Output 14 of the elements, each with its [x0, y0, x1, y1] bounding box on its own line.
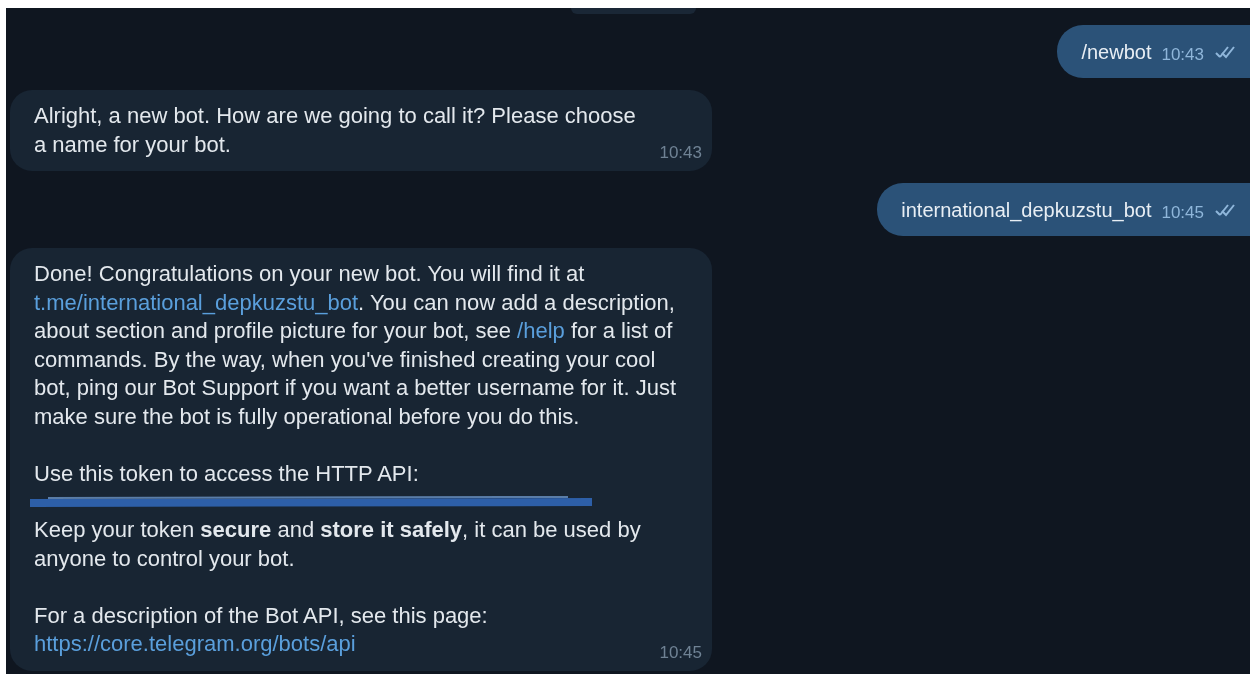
link[interactable]: t.me/international_depkuzstu_bot — [34, 289, 359, 315]
message-time: 10:43 — [659, 143, 702, 163]
link[interactable]: https://core.telegram.org/bots/api — [34, 631, 356, 656]
link[interactable]: /help — [517, 318, 565, 343]
message-time: 10:45 — [1161, 201, 1204, 224]
message-time: 10:43 — [1161, 43, 1204, 66]
message-text: Done! Congratulations on your new bot. You will find it at t.me/international_depkuzstu_bot. You can now add a description, about section and profile picture for your bot, see /help for a list of commands. By the way, when you've finished creating your cool bot, ping our Bot Support if you want a better username for it. Just make sure the bot is fully operational before you do this. — [34, 260, 678, 431]
message-text: Keep your token secure and store it safely, it can be used by anyone to control your bot. — [34, 516, 642, 573]
message-text: /newbot — [1081, 39, 1152, 65]
message-text: Alright, a new bot. How are we going to call it? Please choose a name for your bot. — [34, 102, 637, 159]
message-time: 10:45 — [659, 642, 702, 663]
message-text: international_depkuzstu_bot — [901, 197, 1152, 224]
message-text: Use this token to access the HTTP API: — [34, 459, 419, 488]
message-text: For a description of the Bot API, see this page: https://core.telegram.org/bots/api — [34, 601, 489, 658]
